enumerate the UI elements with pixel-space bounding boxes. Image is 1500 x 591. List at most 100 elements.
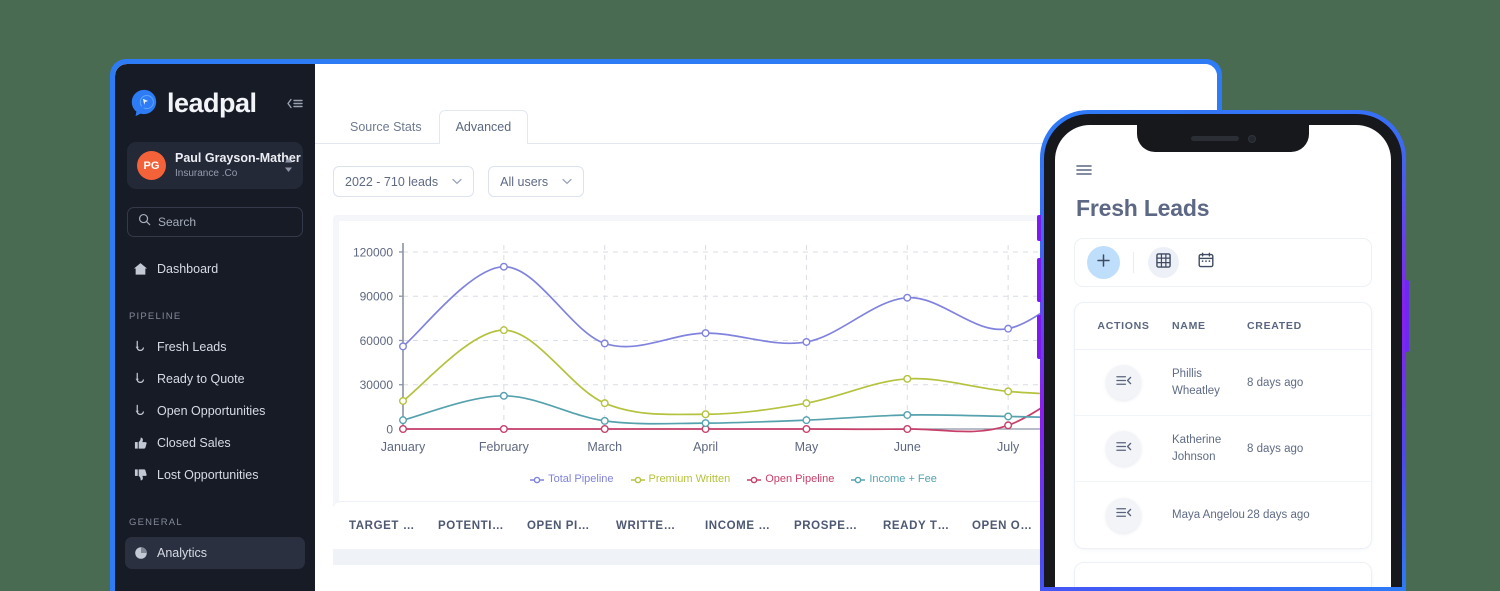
table-row[interactable]: Phillis Wheatley 8 days ago <box>1075 350 1371 416</box>
chart-data-point[interactable] <box>903 293 912 302</box>
pie-chart-icon <box>133 546 148 560</box>
chart-data-point[interactable] <box>1004 412 1013 421</box>
tab-advanced[interactable]: Advanced <box>438 110 529 144</box>
phone-bezel: Fresh Leads ACTIONS NAME CREATED Phillis… <box>1044 114 1402 587</box>
add-lead-button[interactable] <box>1087 246 1120 279</box>
year-leads-select[interactable]: 2022 - 710 leads <box>333 166 475 197</box>
leads-table-card-next <box>1074 562 1372 587</box>
users-select[interactable]: All users <box>488 166 585 197</box>
leads-table-body: Phillis Wheatley 8 days ago Katherine John… <box>1075 350 1371 548</box>
calendar-view-button[interactable] <box>1190 247 1221 278</box>
chart-data-point[interactable] <box>802 399 811 408</box>
chart-data-point[interactable] <box>600 339 609 348</box>
x-axis-tick-label: July <box>997 440 1020 454</box>
row-actions-cell <box>1075 365 1172 400</box>
chart-data-point[interactable] <box>701 419 710 428</box>
row-created: 8 days ago <box>1247 376 1304 389</box>
user-account-card[interactable]: PG Paul Grayson-Mather Insurance .Co <box>127 142 303 189</box>
legend-item[interactable]: Premium Written <box>630 473 730 485</box>
search-input[interactable]: Search <box>127 207 303 237</box>
chart-data-point[interactable] <box>499 262 508 271</box>
chart-data-point[interactable] <box>499 326 508 335</box>
stats-column-header[interactable]: WRITTE… <box>616 520 705 532</box>
stats-column-header[interactable]: TARGET … <box>349 520 438 532</box>
phone-page-title: Fresh Leads <box>1076 195 1210 221</box>
chart-data-point[interactable] <box>600 416 609 425</box>
funnel-arrow-icon <box>133 372 148 386</box>
chart-data-point[interactable] <box>903 374 912 383</box>
screenshot-stage: leadpal PG Paul Grayson-Mather Insurance… <box>0 0 1500 591</box>
chart-data-point[interactable] <box>499 424 508 433</box>
chart-data-point[interactable] <box>399 424 408 433</box>
sidebar-item-lost-opportunities[interactable]: Lost Opportunities <box>125 459 305 491</box>
leadpal-logo-icon <box>129 88 159 118</box>
thumbs-down-icon <box>133 468 148 482</box>
chart-data-point[interactable] <box>802 416 811 425</box>
legend-label: Total Pipeline <box>548 473 614 485</box>
legend-marker-icon <box>630 475 645 484</box>
plus-icon <box>1096 253 1111 272</box>
chart-data-point[interactable] <box>701 329 710 338</box>
chart-data-point[interactable] <box>802 424 811 433</box>
x-axis-tick-label: February <box>479 440 530 454</box>
funnel-arrow-icon <box>133 340 148 354</box>
hamburger-icon <box>1076 163 1092 180</box>
grid-view-button[interactable] <box>1148 247 1179 278</box>
x-axis-tick-label: March <box>587 440 622 454</box>
row-actions-button[interactable] <box>1106 365 1141 400</box>
tab-source-stats[interactable]: Source Stats <box>333 110 439 144</box>
stats-column-header[interactable]: READY T… <box>883 520 972 532</box>
stats-column-header[interactable]: POTENTI… <box>438 520 527 532</box>
legend-item[interactable]: Income + Fee <box>850 473 937 485</box>
sidebar-item-fresh-leads[interactable]: Fresh Leads <box>125 331 305 363</box>
stats-column-header[interactable]: OPEN PI… <box>527 520 616 532</box>
leads-table-header: ACTIONS NAME CREATED <box>1075 303 1371 350</box>
sidebar-item-analytics[interactable]: Analytics <box>125 537 305 569</box>
list-actions-icon <box>1115 374 1132 392</box>
legend-item[interactable]: Open Pipeline <box>746 473 834 485</box>
chart-data-point[interactable] <box>499 391 508 400</box>
table-row[interactable]: Maya Angelou 28 days ago <box>1075 482 1371 548</box>
chevron-down-icon <box>452 177 462 187</box>
row-name: Katherine Johnson <box>1172 433 1222 463</box>
row-actions-button[interactable] <box>1106 431 1141 466</box>
chart-data-point[interactable] <box>903 410 912 419</box>
legend-item[interactable]: Total Pipeline <box>529 473 614 485</box>
chart-data-point[interactable] <box>399 416 408 425</box>
chart-data-point[interactable] <box>1004 421 1013 430</box>
row-actions-button[interactable] <box>1106 497 1141 533</box>
user-org: Insurance .Co <box>175 167 238 179</box>
sidebar-item-closed-sales[interactable]: Closed Sales <box>125 427 305 459</box>
legend-marker-icon <box>529 475 545 484</box>
chart-data-point[interactable] <box>600 399 609 408</box>
phone-power-button <box>1405 280 1409 352</box>
users-value: All users <box>500 174 549 189</box>
chart-data-point[interactable] <box>399 396 408 405</box>
chart-series-line <box>402 357 1110 433</box>
stats-column-header[interactable]: PROSPE… <box>794 520 883 532</box>
chart-data-point[interactable] <box>1004 387 1013 396</box>
sidebar-item-ready-to-quote[interactable]: Ready to Quote <box>125 363 305 395</box>
table-row[interactable]: Katherine Johnson 8 days ago <box>1075 416 1371 482</box>
chart-data-point[interactable] <box>701 410 710 419</box>
legend-label: Income + Fee <box>869 473 937 485</box>
collapse-sidebar-icon[interactable] <box>286 97 303 110</box>
column-header-name: NAME <box>1172 320 1206 332</box>
sidebar-item-open-opportunities[interactable]: Open Opportunities <box>125 395 305 427</box>
leads-table-card: ACTIONS NAME CREATED Phillis Wheatley 8 d… <box>1074 302 1372 549</box>
chart-series-line <box>402 329 1110 416</box>
chart-data-point[interactable] <box>802 337 811 346</box>
sidebar-item-label: Open Opportunities <box>157 404 266 418</box>
account-switcher-icon[interactable] <box>284 157 293 175</box>
chart-data-point[interactable] <box>399 342 408 351</box>
brand-name: leadpal <box>167 87 257 118</box>
row-actions-cell <box>1075 497 1172 533</box>
x-axis-tick-label: May <box>795 440 819 454</box>
chart-data-point[interactable] <box>600 424 609 433</box>
chart-data-point[interactable] <box>903 424 912 433</box>
phone-toolbar <box>1074 238 1372 287</box>
stats-column-header[interactable]: INCOME … <box>705 520 794 532</box>
sidebar-item-dashboard[interactable]: Dashboard <box>125 253 305 285</box>
chart-data-point[interactable] <box>1004 324 1013 333</box>
row-created: 28 days ago <box>1247 509 1310 521</box>
